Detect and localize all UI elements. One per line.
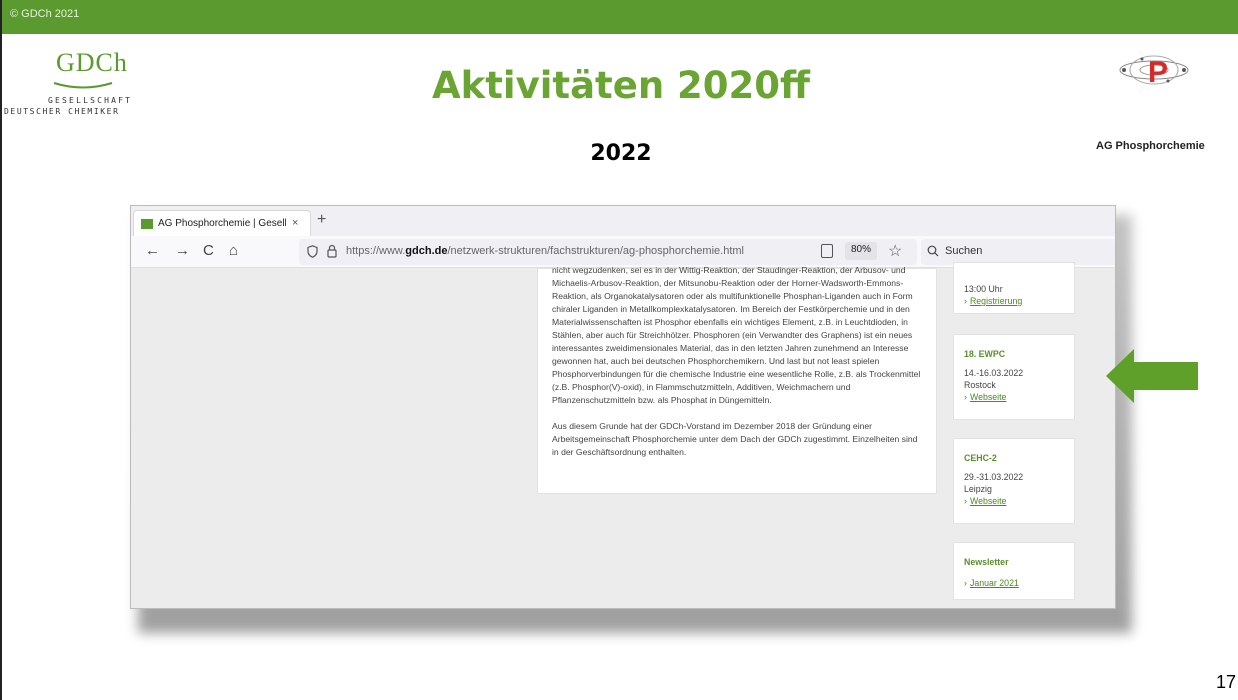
website-link[interactable]: › Webseite (964, 495, 1064, 507)
url-text[interactable]: https://www.gdch.de/netzwerk-strukturen/… (346, 245, 744, 257)
chevron-right-icon: › (964, 296, 967, 306)
slide-title: Aktivitäten 2020ff (431, 64, 811, 107)
tab-strip: AG Phosphorchemie | Gesellsch × + (131, 206, 1115, 236)
search-icon (927, 245, 939, 257)
page-content: nicht wegzudenken, sei es in der Wittig-… (131, 262, 1115, 608)
event-place: Rostock (964, 380, 996, 390)
home-icon[interactable]: ⌂ (229, 242, 238, 260)
svg-text:P: P (1148, 56, 1168, 89)
article-paragraph-2: Aus diesem Grunde hat der GDCh-Vorstand … (552, 421, 918, 457)
newsletter-link[interactable]: › Januar 2021 (964, 577, 1064, 589)
event-card-cehc: CEHC-2 29.-31.03.2022 Leipzig › Webseite (953, 438, 1075, 524)
registration-link[interactable]: › Registrierung (964, 295, 1064, 307)
reader-view-icon[interactable] (821, 244, 833, 258)
phosphorus-orbit-icon: P (1119, 55, 1189, 89)
zoom-level-badge[interactable]: 80% (845, 242, 878, 260)
event-title: 18. EWPC (964, 349, 1006, 359)
copyright-notice: © GDCh 2021 (10, 8, 80, 20)
page-number: 17 (1216, 672, 1237, 692)
ag-logo-label: AG Phosphorchemie (1096, 140, 1205, 152)
gdch-subtitle-line2: Deutscher Chemiker (4, 107, 120, 116)
website-link[interactable]: › Webseite (964, 391, 1064, 403)
year-heading: 2022 (590, 141, 652, 166)
new-tab-button[interactable]: + (317, 212, 326, 228)
chevron-right-icon: › (964, 392, 967, 402)
gdch-favicon-icon (141, 219, 153, 229)
ag-phosphorchemie-logo: P AG Phosphorchemie (1092, 52, 1232, 152)
search-placeholder: Suchen (945, 245, 983, 257)
tab-title: AG Phosphorchemie | Gesellsch (158, 218, 286, 229)
top-banner: © GDCh 2021 (2, 0, 1238, 34)
event-card-ewpc: 18. EWPC 14.-16.03.2022 Rostock › Webseit… (953, 334, 1075, 420)
event-dates: 29.-31.03.2022 (964, 472, 1024, 482)
article-paragraph-1: nicht wegzudenken, sei es in der Wittig-… (552, 265, 921, 405)
tab-close-icon[interactable]: × (292, 217, 298, 229)
slide: © GDCh 2021 GDCh Gesellschaft Deutscher … (0, 0, 1238, 700)
lock-icon[interactable] (327, 244, 337, 258)
back-icon[interactable]: ← (145, 242, 160, 260)
chevron-right-icon: › (964, 496, 967, 506)
reload-icon[interactable]: C (203, 242, 214, 260)
bookmark-star-icon[interactable]: ☆ (888, 241, 902, 261)
event-place: Leipzig (964, 484, 992, 494)
event-title: CEHC-2 (964, 453, 997, 463)
chevron-right-icon: › (964, 578, 967, 588)
event-time: 13:00 Uhr (964, 284, 1003, 294)
newsletter-card: Newsletter › Januar 2021 (953, 542, 1075, 600)
event-dates: 14.-16.03.2022 (964, 368, 1024, 378)
left-arrow-icon (1106, 349, 1198, 403)
browser-screenshot: AG Phosphorchemie | Gesellsch × + ← → C … (130, 205, 1116, 609)
browser-tab[interactable]: AG Phosphorchemie | Gesellsch × (133, 210, 311, 236)
event-card-registration: 13:00 Uhr › Registrierung (953, 262, 1075, 314)
forward-icon[interactable]: → (175, 242, 190, 260)
shield-icon[interactable] (307, 245, 318, 258)
newsletter-title: Newsletter (964, 557, 1009, 567)
article-box: nicht wegzudenken, sei es in der Wittig-… (537, 265, 937, 494)
